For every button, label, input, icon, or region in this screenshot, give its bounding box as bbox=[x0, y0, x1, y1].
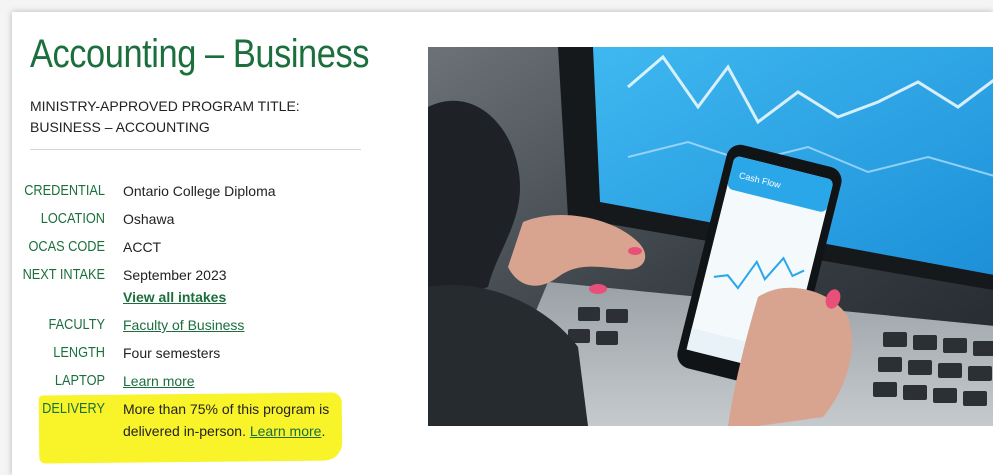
next-intake-value: September 2023 bbox=[123, 267, 227, 283]
laptop-label: LAPTOP bbox=[54, 372, 105, 389]
delivery-text: delivered in-person. bbox=[123, 423, 250, 439]
delivery-learn-more-link[interactable]: Learn more bbox=[250, 423, 322, 439]
photo-illustration: Cash Flow bbox=[428, 47, 993, 426]
next-intake-label: NEXT INTAKE bbox=[22, 266, 106, 283]
faculty-of-business-link[interactable]: Faculty of Business bbox=[123, 317, 244, 333]
ocas-code-label: OCAS CODE bbox=[28, 238, 106, 255]
ocas-code-value: ACCT bbox=[123, 239, 162, 255]
delivery-value-line1: More than 75% of this program is bbox=[123, 401, 330, 417]
ministry-approved-title: MINISTRY-APPROVED PROGRAM TITLE: BUSINES… bbox=[30, 98, 300, 135]
delivery-period: . bbox=[321, 423, 326, 439]
program-card: Accounting – Business MINISTRY-APPROVED … bbox=[12, 12, 993, 475]
laptop-learn-more-link[interactable]: Learn more bbox=[123, 373, 195, 389]
view-all-intakes-link[interactable]: View all intakes bbox=[123, 289, 226, 305]
delivery-label: DELIVERY bbox=[42, 400, 105, 417]
length-label: LENGTH bbox=[53, 344, 105, 361]
page-title: Accounting – Business bbox=[30, 32, 370, 76]
location-label: LOCATION bbox=[40, 210, 106, 227]
phone-laptop-finance-photo: Cash Flow bbox=[428, 47, 993, 426]
faculty-label: FACULTY bbox=[48, 316, 105, 333]
credential-label: CREDENTIAL bbox=[24, 182, 106, 199]
delivery-value-line2: delivered in-person. Learn more. bbox=[123, 423, 325, 439]
length-value: Four semesters bbox=[123, 345, 221, 361]
credential-value: Ontario College Diploma bbox=[123, 183, 276, 199]
divider bbox=[30, 149, 361, 150]
location-value: Oshawa bbox=[123, 211, 175, 227]
